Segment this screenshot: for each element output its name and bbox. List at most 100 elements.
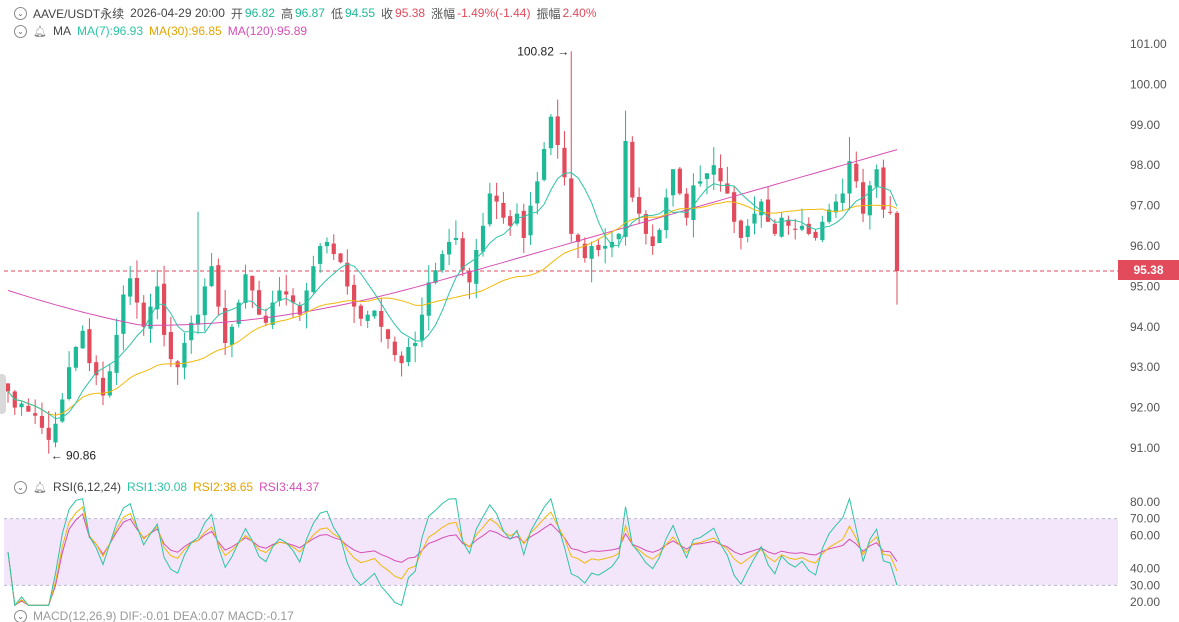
candle-body — [772, 223, 777, 234]
candle-body — [508, 216, 513, 226]
candle-body — [379, 310, 384, 327]
candle-body — [87, 329, 92, 364]
price-tick-label: 92.00 — [1130, 401, 1160, 415]
candle-body — [155, 286, 160, 310]
candle-body — [474, 250, 479, 284]
price-chart[interactable]: 101.00 100.00 99.00 98.00 97.00 96.00 95.00 94.… — [0, 0, 1179, 619]
candle-body — [528, 205, 533, 236]
candle-body — [453, 237, 458, 240]
rsi-tick-label: 20.00 — [1130, 595, 1160, 609]
candle-body — [650, 236, 655, 246]
candle-body — [596, 244, 601, 251]
candle-body — [711, 165, 716, 175]
candle-body — [447, 241, 452, 255]
candle-body — [494, 195, 499, 202]
ma7-line — [7, 172, 898, 420]
candle-body — [670, 169, 676, 196]
candle-body — [840, 193, 845, 203]
candle-body — [80, 330, 85, 349]
ma30-line — [7, 201, 898, 416]
candle-body — [542, 149, 547, 180]
candle-body — [759, 201, 764, 216]
candle-body — [487, 193, 492, 225]
candle-body — [263, 315, 268, 323]
price-tick-label: 96.00 — [1130, 239, 1160, 253]
candle-body — [195, 314, 201, 325]
candle-body — [243, 274, 248, 303]
candle-body — [745, 225, 750, 237]
last-price-tag: 95.38 — [1118, 260, 1179, 280]
candle-body — [480, 225, 486, 252]
ma120-line — [7, 149, 898, 326]
candle-body — [66, 367, 72, 399]
candle-body — [738, 220, 744, 238]
price-tick-label: 99.00 — [1130, 118, 1160, 132]
candle-body — [121, 294, 126, 334]
candle-body — [73, 347, 78, 368]
rsi-tick-label: 70.00 — [1130, 512, 1160, 526]
candle-body — [53, 423, 58, 443]
price-tick-label: 93.00 — [1130, 360, 1160, 374]
high-annotation: 100.82 → — [517, 44, 569, 58]
candle-body — [324, 241, 330, 247]
candle-body — [616, 233, 621, 240]
candle-body — [114, 334, 119, 373]
candle-body — [223, 307, 228, 343]
candle-body — [813, 231, 818, 238]
candle-body — [718, 168, 723, 182]
candle-body — [786, 220, 791, 226]
candle-body — [440, 254, 445, 271]
side-panel-handle[interactable] — [0, 374, 6, 414]
candle-body — [385, 329, 391, 339]
candle-body — [752, 213, 757, 224]
candle-body — [637, 197, 642, 214]
candle-body — [698, 181, 703, 184]
candle-body — [134, 277, 140, 303]
rsi-tick-label: 80.00 — [1130, 495, 1160, 509]
candle-body — [806, 223, 811, 234]
candle-body — [202, 286, 207, 316]
price-tick-label: 98.00 — [1130, 158, 1160, 172]
candle-body — [311, 266, 316, 293]
candle-body — [874, 169, 879, 187]
candle-body — [555, 116, 560, 145]
candle-body — [657, 229, 662, 244]
candle-body — [399, 355, 404, 364]
candle-body — [704, 173, 710, 179]
candle-body — [365, 314, 370, 321]
candle-body — [345, 262, 350, 287]
candle-body — [799, 225, 805, 230]
candle-body — [589, 246, 594, 259]
candle-body — [569, 178, 574, 234]
candle-body — [419, 314, 425, 341]
price-tick-label: 97.00 — [1130, 199, 1160, 213]
candle-body — [413, 342, 418, 347]
candle-body — [820, 221, 825, 241]
candle-body — [548, 116, 554, 149]
candle-body — [426, 282, 431, 316]
price-tick-label: 91.00 — [1130, 441, 1160, 455]
candle-body — [854, 163, 859, 182]
candle-body — [460, 238, 465, 271]
candle-body — [250, 275, 255, 291]
rsi-tick-label: 40.00 — [1130, 562, 1160, 576]
rsi-tick-label: 30.00 — [1130, 578, 1160, 592]
candle-body — [209, 266, 214, 287]
price-tick-label: 101.00 — [1130, 37, 1167, 51]
candle-body — [284, 291, 289, 295]
candle-body — [677, 168, 682, 194]
candle-body — [888, 211, 893, 213]
rsi-tick-label: 60.00 — [1130, 528, 1160, 542]
candle-body — [141, 302, 146, 327]
candle-body — [338, 253, 343, 263]
candle-body — [847, 161, 852, 194]
price-tick-label: 94.00 — [1130, 320, 1160, 334]
price-tick-label: 95.00 — [1130, 279, 1160, 293]
candle-body — [392, 341, 397, 356]
candle-body — [128, 278, 133, 297]
candle-body — [691, 185, 696, 220]
rsi-band — [4, 518, 1118, 586]
candle-body — [372, 310, 377, 317]
candle-body — [94, 362, 99, 376]
candle-body — [19, 403, 24, 408]
